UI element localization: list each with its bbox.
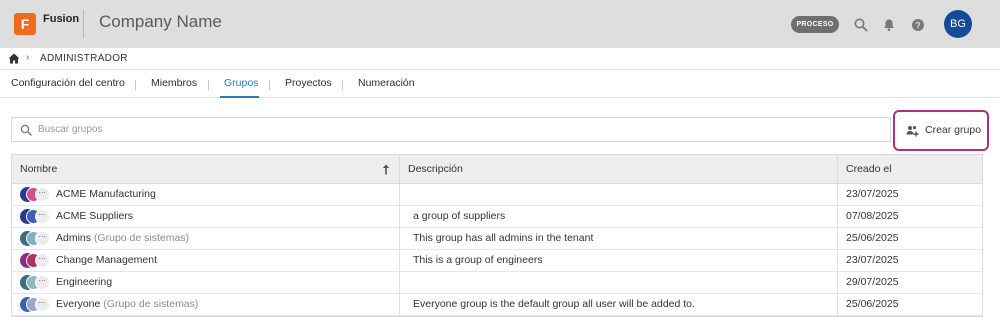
tab-miembros[interactable]: Miembros	[151, 77, 197, 89]
tab-bar: Configuración del centro Miembros Grupos…	[0, 70, 1000, 98]
add-group-icon	[906, 126, 919, 137]
table-header: Nombre Descripción Creado el	[12, 155, 982, 184]
column-header-descripcion[interactable]: Descripción	[400, 155, 838, 183]
name-cell: ··· Admins (Grupo de sistemas)	[12, 228, 400, 249]
column-header-creado[interactable]: Creado el	[838, 155, 984, 183]
more-members-icon: ···	[35, 231, 50, 246]
more-members-icon: ···	[35, 297, 50, 312]
group-description: Everyone group is the default group all …	[400, 294, 838, 315]
table-row[interactable]: ··· Engineering 29/07/2025	[12, 272, 982, 294]
group-name-text: ACME Manufacturing	[56, 188, 156, 200]
more-members-icon: ···	[35, 253, 50, 268]
group-name-text: Everyone	[56, 298, 101, 310]
group-name[interactable]: Everyone (Grupo de sistemas)	[56, 294, 198, 315]
search-icon	[20, 124, 32, 136]
groups-table: Nombre Descripción Creado el ··· ACME Ma…	[11, 154, 983, 317]
name-cell: ··· Engineering	[12, 272, 400, 293]
tab-separator	[135, 80, 136, 90]
name-cell: ··· ACME Manufacturing	[12, 184, 400, 205]
tab-separator	[342, 80, 343, 90]
divider	[83, 10, 84, 38]
group-description	[400, 272, 838, 293]
table-row[interactable]: ··· Change Management This is a group of…	[12, 250, 982, 272]
bell-icon[interactable]	[881, 17, 897, 33]
system-group-tag: (Grupo de sistemas)	[93, 232, 190, 244]
name-cell: ··· ACME Suppliers	[12, 206, 400, 227]
system-group-tag: (Grupo de sistemas)	[103, 298, 199, 310]
group-name-text: ACME Suppliers	[56, 210, 134, 222]
breadcrumb: › ADMINISTRADOR	[0, 48, 1000, 70]
table-row[interactable]: ··· ACME Manufacturing 23/07/2025	[12, 184, 982, 206]
group-name[interactable]: Change Management	[56, 250, 157, 271]
group-name[interactable]: ACME Suppliers	[56, 206, 133, 227]
tab-numeracion[interactable]: Numeración	[358, 77, 415, 89]
group-name-text: Engineering	[56, 276, 113, 288]
table-row[interactable]: ··· Everyone (Grupo de sistemas) Everyon…	[12, 294, 982, 316]
table-row[interactable]: ··· ACME Suppliers a group of suppliers …	[12, 206, 982, 228]
product-name: Fusion	[43, 13, 80, 25]
group-name-text: Change Management	[56, 254, 157, 266]
home-icon[interactable]	[8, 53, 20, 64]
name-cell: ··· Everyone (Grupo de sistemas)	[12, 294, 400, 315]
chevron-right-icon: ›	[26, 52, 30, 63]
top-bar: F Fusion Company Name PROCESO ? BG	[0, 0, 1000, 48]
more-members-icon: ···	[35, 275, 50, 290]
group-created-date: 07/08/2025	[846, 210, 899, 222]
more-members-icon: ···	[35, 209, 50, 224]
group-created-date: 25/06/2025	[846, 232, 899, 244]
status-badge: PROCESO	[791, 16, 839, 33]
fusion-logo-icon[interactable]: F	[14, 13, 36, 35]
tab-grupos[interactable]: Grupos	[224, 77, 258, 89]
group-name[interactable]: Engineering	[56, 272, 112, 293]
column-header-nombre[interactable]: Nombre	[12, 155, 400, 183]
more-members-icon: ···	[35, 187, 50, 202]
group-name[interactable]: Admins (Grupo de sistemas)	[56, 228, 189, 249]
group-description: This is a group of engineers	[400, 250, 838, 271]
group-created-date: 25/06/2025	[846, 298, 899, 310]
create-group-label: Crear grupo	[925, 124, 982, 136]
search-icon[interactable]	[853, 17, 869, 33]
search-input[interactable]	[38, 118, 878, 141]
svg-text:?: ?	[915, 20, 921, 30]
group-description: a group of suppliers	[400, 206, 838, 227]
breadcrumb-current: ADMINISTRADOR	[40, 53, 128, 64]
group-description	[400, 184, 838, 205]
create-group-button[interactable]: Crear grupo	[893, 110, 989, 151]
sort-ascending-icon[interactable]	[382, 164, 390, 175]
user-avatar[interactable]: BG	[944, 10, 972, 38]
group-created-date: 23/07/2025	[846, 254, 899, 266]
tab-separator	[208, 80, 209, 90]
tab-separator	[269, 80, 270, 90]
company-name: Company Name	[99, 12, 222, 31]
group-name[interactable]: ACME Manufacturing	[56, 184, 156, 205]
tab-configuracion[interactable]: Configuración del centro	[11, 77, 125, 89]
group-created-date: 29/07/2025	[846, 276, 899, 288]
name-cell: ··· Change Management	[12, 250, 400, 271]
search-box	[11, 117, 891, 142]
tab-proyectos[interactable]: Proyectos	[285, 77, 332, 89]
group-name-text: Admins	[56, 232, 92, 244]
group-created-date: 23/07/2025	[846, 188, 899, 200]
group-description: This group has all admins in the tenant	[400, 228, 838, 249]
table-row[interactable]: ··· Admins (Grupo de sistemas) This grou…	[12, 228, 982, 250]
help-icon[interactable]: ?	[910, 17, 926, 33]
active-tab-indicator	[220, 96, 259, 98]
